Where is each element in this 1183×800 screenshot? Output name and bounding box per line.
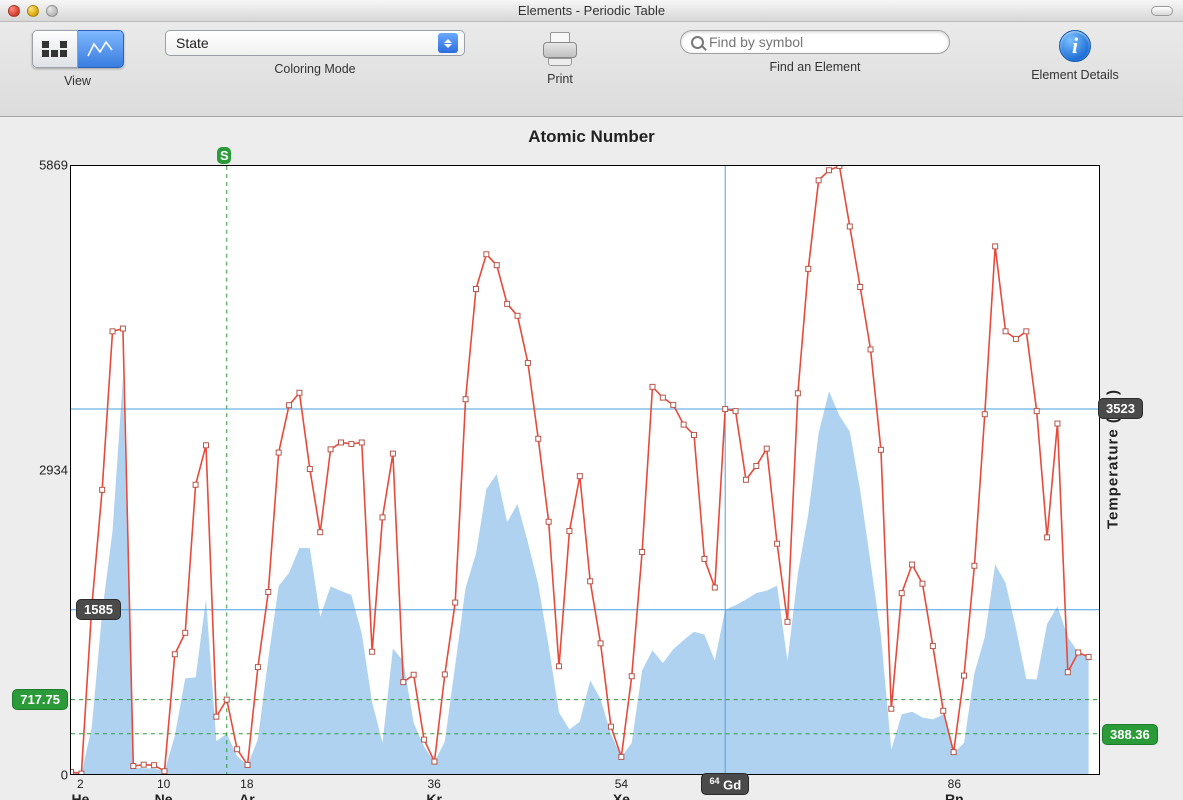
toolbar-pill-button[interactable] bbox=[1151, 6, 1173, 16]
toolbar: View State Coloring Mode Print Find an E… bbox=[0, 22, 1183, 117]
coloring-mode-value: State bbox=[176, 35, 438, 51]
x-tick-number: 54 bbox=[615, 777, 628, 791]
x-tick-element: Kr bbox=[426, 791, 442, 800]
guide-value-green-right: 388.36 bbox=[1102, 724, 1158, 745]
print-button[interactable] bbox=[540, 30, 580, 66]
minimize-button[interactable] bbox=[27, 5, 39, 17]
chart-area: Atomic Number Temperature ( K ) 02934586… bbox=[0, 117, 1183, 800]
hover-element-label: 64 Gd bbox=[701, 773, 749, 795]
chart-plot[interactable] bbox=[70, 165, 1100, 775]
guide-value-green-left: 717.75 bbox=[12, 689, 68, 710]
element-details-label: Element Details bbox=[1031, 68, 1119, 82]
x-tick-number: 10 bbox=[157, 777, 170, 791]
view-graph-button[interactable] bbox=[78, 30, 124, 68]
x-tick-element: Xe bbox=[613, 791, 630, 800]
window-title: Elements - Periodic Table bbox=[0, 3, 1183, 18]
view-segmented-control bbox=[32, 30, 124, 68]
guide-value-3523: 3523 bbox=[1098, 398, 1143, 419]
x-tick-number: 18 bbox=[240, 777, 253, 791]
zoom-button[interactable] bbox=[46, 5, 58, 17]
x-tick-element: He bbox=[71, 791, 89, 800]
find-label: Find an Element bbox=[769, 60, 860, 74]
find-element-search[interactable] bbox=[680, 30, 950, 54]
y-tick: 5869 bbox=[39, 158, 68, 173]
x-tick-number: 36 bbox=[427, 777, 440, 791]
coloring-mode-select[interactable]: State bbox=[165, 30, 465, 56]
element-details-button[interactable]: i bbox=[1059, 30, 1091, 62]
chevron-up-down-icon bbox=[438, 33, 458, 53]
x-tick-element: Rn bbox=[945, 791, 964, 800]
guide-marker-s: S bbox=[217, 147, 231, 164]
x-tick-element: Ne bbox=[155, 791, 173, 800]
y-tick: 2934 bbox=[39, 463, 68, 478]
close-button[interactable] bbox=[8, 5, 20, 17]
x-tick-number: 86 bbox=[948, 777, 961, 791]
view-table-button[interactable] bbox=[32, 30, 78, 68]
chart-title: Atomic Number bbox=[0, 117, 1183, 147]
y-tick: 0 bbox=[61, 768, 68, 783]
guide-value-1585: 1585 bbox=[76, 599, 121, 620]
view-label: View bbox=[64, 74, 91, 88]
x-tick-element: Ar bbox=[239, 791, 255, 800]
traffic-lights bbox=[8, 5, 58, 17]
x-tick-number: 2 bbox=[77, 777, 84, 791]
periodic-table-icon bbox=[42, 41, 67, 57]
line-chart-icon bbox=[86, 38, 114, 60]
chart-svg bbox=[71, 166, 1099, 774]
search-icon bbox=[691, 36, 704, 49]
window-titlebar: Elements - Periodic Table bbox=[0, 0, 1183, 22]
coloring-mode-label: Coloring Mode bbox=[274, 62, 355, 76]
search-input[interactable] bbox=[709, 34, 939, 50]
print-label: Print bbox=[547, 72, 573, 86]
